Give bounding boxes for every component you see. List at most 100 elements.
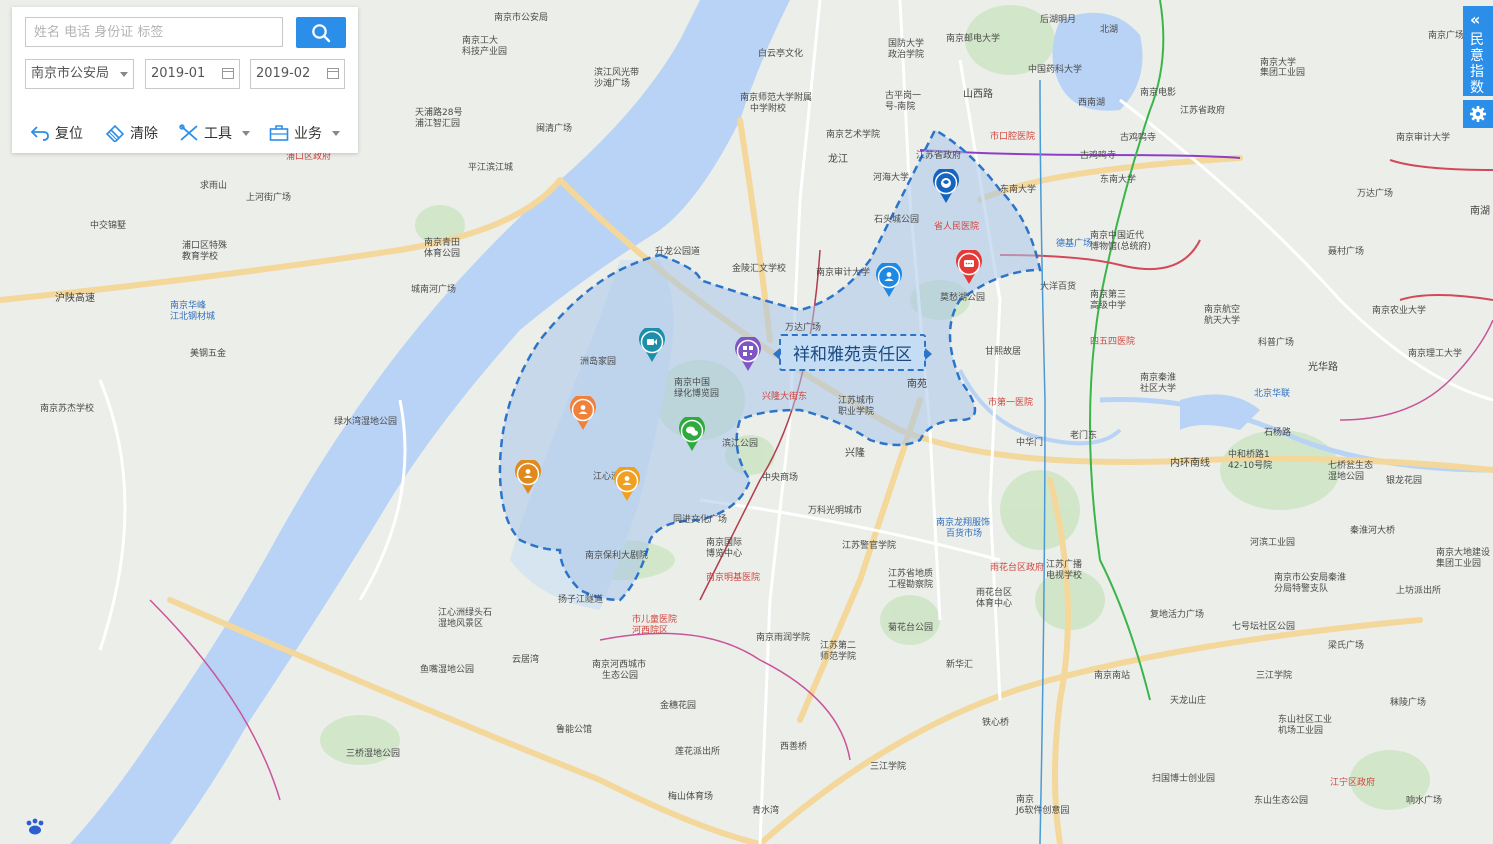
date-from-field[interactable]: 2019-01 bbox=[145, 59, 240, 89]
svg-text:三桥湿地公园: 三桥湿地公园 bbox=[346, 747, 400, 759]
map-marker[interactable] bbox=[613, 465, 641, 503]
svg-text:老门东: 老门东 bbox=[1070, 429, 1097, 441]
person-icon bbox=[515, 458, 541, 494]
calendar-icon bbox=[222, 68, 234, 79]
map-marker[interactable] bbox=[569, 394, 597, 432]
svg-text:莲花派出所: 莲花派出所 bbox=[675, 745, 720, 757]
svg-text:云居湾: 云居湾 bbox=[512, 653, 539, 665]
svg-text:北京华联: 北京华联 bbox=[1254, 387, 1290, 399]
svg-text:省人民医院: 省人民医院 bbox=[934, 220, 979, 232]
svg-text:西南湖: 西南湖 bbox=[1078, 96, 1105, 108]
settings-button[interactable] bbox=[1463, 100, 1493, 128]
svg-text:南京华峰: 南京华峰 bbox=[170, 299, 206, 311]
svg-text:东南大学: 东南大学 bbox=[1100, 173, 1136, 185]
svg-text:上河街广场: 上河街广场 bbox=[246, 191, 291, 203]
map-marker[interactable] bbox=[955, 248, 983, 286]
svg-text:古平岗一: 古平岗一 bbox=[885, 89, 921, 101]
reset-icon bbox=[30, 126, 49, 141]
svg-text:中华门: 中华门 bbox=[1016, 436, 1043, 448]
svg-text:社区大学: 社区大学 bbox=[1140, 382, 1176, 394]
map-marker[interactable] bbox=[734, 335, 762, 373]
svg-text:上坊派出所: 上坊派出所 bbox=[1396, 584, 1441, 596]
bureau-select[interactable]: 南京市公安局 bbox=[25, 59, 134, 89]
svg-text:美钢五金: 美钢五金 bbox=[190, 347, 226, 359]
svg-text:河滨工业园: 河滨工业园 bbox=[1250, 536, 1295, 548]
wechat-icon bbox=[679, 415, 705, 451]
svg-text:万达广场: 万达广场 bbox=[1357, 187, 1393, 199]
svg-text:中交锦墅: 中交锦墅 bbox=[90, 219, 126, 231]
svg-text:南京市公安局: 南京市公安局 bbox=[494, 11, 548, 23]
svg-text:鲁能公馆: 鲁能公馆 bbox=[556, 723, 592, 735]
svg-text:南京苏杰学校: 南京苏杰学校 bbox=[40, 402, 94, 414]
svg-text:南京农业大学: 南京农业大学 bbox=[1372, 304, 1426, 316]
svg-text:白云亭文化: 白云亭文化 bbox=[758, 47, 803, 59]
svg-text:南京中国: 南京中国 bbox=[674, 376, 710, 388]
svg-text:山西路: 山西路 bbox=[963, 87, 993, 100]
svg-text:江宁区政府: 江宁区政府 bbox=[1330, 776, 1375, 788]
svg-text:浦口区特殊: 浦口区特殊 bbox=[182, 239, 227, 251]
svg-text:河海大学: 河海大学 bbox=[873, 171, 909, 183]
svg-text:百货市场: 百货市场 bbox=[946, 527, 982, 539]
svg-text:分局特警支队: 分局特警支队 bbox=[1274, 582, 1328, 594]
svg-text:雨花台区: 雨花台区 bbox=[976, 586, 1012, 598]
svg-text:菊花台公园: 菊花台公园 bbox=[888, 621, 933, 633]
map-marker[interactable] bbox=[875, 261, 903, 299]
svg-text:湿地公园: 湿地公园 bbox=[1328, 470, 1364, 482]
map-logo-icon bbox=[26, 818, 44, 835]
person-icon bbox=[570, 394, 596, 430]
svg-text:南京广场: 南京广场 bbox=[1428, 29, 1464, 41]
svg-text:求雨山: 求雨山 bbox=[200, 179, 227, 191]
zone-label[interactable]: 祥和雅苑责任区 bbox=[773, 334, 932, 371]
search-button[interactable] bbox=[296, 17, 346, 48]
svg-text:集团工业园: 集团工业园 bbox=[1260, 66, 1305, 78]
svg-text:铁心桥: 铁心桥 bbox=[982, 716, 1009, 728]
reset-button[interactable]: 复位 bbox=[30, 123, 83, 143]
svg-text:南京: 南京 bbox=[1016, 793, 1034, 805]
map-marker[interactable] bbox=[932, 167, 960, 205]
svg-text:万达广场: 万达广场 bbox=[785, 321, 821, 333]
date-from-value: 2019-01 bbox=[151, 66, 206, 81]
svg-text:江北钢材城: 江北钢材城 bbox=[170, 310, 215, 322]
svg-text:绿化博览园: 绿化博览园 bbox=[674, 387, 719, 399]
svg-text:光华路: 光华路 bbox=[1308, 360, 1338, 373]
clear-button[interactable]: 清除 bbox=[105, 123, 158, 143]
svg-text:政治学院: 政治学院 bbox=[888, 48, 924, 60]
svg-text:南京明基医院: 南京明基医院 bbox=[706, 571, 760, 583]
svg-text:南京大地建设: 南京大地建设 bbox=[1436, 546, 1490, 558]
svg-text:国防大学: 国防大学 bbox=[888, 37, 924, 49]
svg-text:三江学院: 三江学院 bbox=[870, 760, 906, 772]
double-chevron-left-icon: « bbox=[1470, 10, 1481, 29]
svg-text:南京师范大学附属: 南京师范大学附属 bbox=[740, 91, 812, 103]
map-marker[interactable] bbox=[678, 415, 706, 453]
search-icon bbox=[312, 23, 331, 42]
svg-text:南京电影: 南京电影 bbox=[1140, 86, 1176, 98]
map-marker[interactable] bbox=[638, 326, 666, 364]
map-marker[interactable] bbox=[514, 458, 542, 496]
svg-text:南京市公安局秦淮: 南京市公安局秦淮 bbox=[1274, 571, 1346, 583]
svg-text:南京雨润学院: 南京雨润学院 bbox=[756, 631, 810, 643]
chevron-down-icon bbox=[120, 72, 128, 77]
business-label: 业务 bbox=[294, 126, 322, 142]
date-to-value: 2019-02 bbox=[256, 66, 311, 81]
business-dropdown[interactable]: 业务 bbox=[269, 123, 340, 143]
gear-icon bbox=[1470, 106, 1486, 122]
svg-text:鱼嘴湿地公园: 鱼嘴湿地公园 bbox=[420, 663, 474, 675]
svg-text:江苏省地质: 江苏省地质 bbox=[888, 567, 933, 579]
tools-dropdown[interactable]: 工具 bbox=[179, 123, 250, 143]
svg-text:金陵汇文学校: 金陵汇文学校 bbox=[732, 262, 786, 274]
svg-text:青水湾: 青水湾 bbox=[752, 804, 779, 816]
public-opinion-panel[interactable]: « 民意指数 bbox=[1463, 6, 1493, 96]
search-input[interactable] bbox=[25, 17, 283, 47]
date-to-field[interactable]: 2019-02 bbox=[250, 59, 345, 89]
svg-text:甘熙故居: 甘熙故居 bbox=[985, 345, 1021, 357]
svg-text:闽清广场: 闽清广场 bbox=[536, 122, 572, 134]
svg-text:西善桥: 西善桥 bbox=[780, 740, 807, 752]
svg-text:南京大学: 南京大学 bbox=[1260, 56, 1296, 68]
svg-text:江苏广播: 江苏广播 bbox=[1046, 558, 1082, 570]
svg-text:秦淮河大桥: 秦淮河大桥 bbox=[1350, 524, 1395, 536]
svg-text:集团工业园: 集团工业园 bbox=[1436, 557, 1481, 569]
tools-label: 工具 bbox=[204, 126, 232, 142]
svg-text:南苑: 南苑 bbox=[907, 377, 927, 390]
svg-text:南京中国近代: 南京中国近代 bbox=[1090, 229, 1144, 241]
svg-text:科普广场: 科普广场 bbox=[1258, 336, 1294, 348]
